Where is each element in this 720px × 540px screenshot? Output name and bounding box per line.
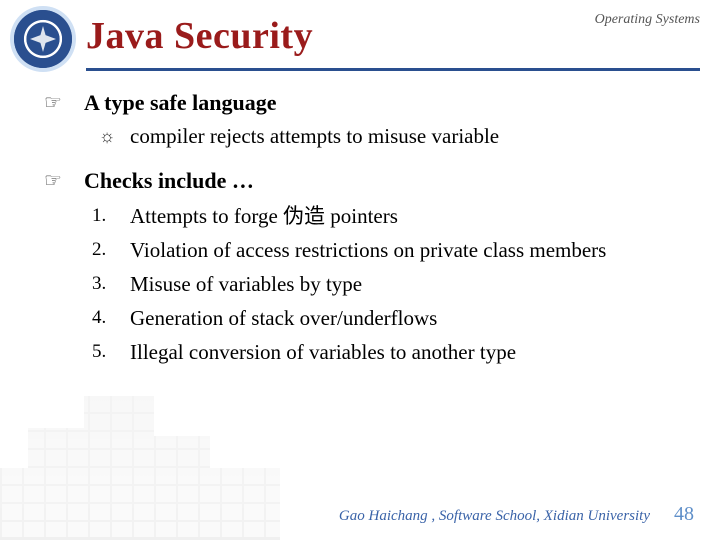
bullet-level1: ☞ A type safe language	[44, 89, 692, 117]
bullet-text: compiler rejects attempts to misuse vari…	[130, 123, 499, 149]
bullet-text: Violation of access restrictions on priv…	[130, 235, 606, 265]
bullet-text: Attempts to forge 伪造 pointers	[130, 201, 398, 231]
numbered-item: 1. Attempts to forge 伪造 pointers	[84, 201, 692, 231]
bullet-text: Checks include …	[84, 167, 254, 195]
bullet-text: Generation of stack over/underflows	[130, 303, 437, 333]
list-number: 2.	[84, 235, 130, 265]
bullet-text: A type safe language	[84, 89, 277, 117]
bullet-text: Illegal conversion of variables to anoth…	[130, 337, 516, 367]
list-number: 3.	[84, 269, 130, 299]
course-name: Operating Systems	[595, 12, 700, 28]
university-logo	[14, 10, 72, 68]
background-watermark	[0, 380, 280, 540]
bullet-level1: ☞ Checks include …	[44, 167, 692, 195]
list-number: 4.	[84, 303, 130, 333]
hand-icon: ☞	[44, 167, 84, 195]
page-number: 48	[674, 503, 694, 526]
slide-footer: Gao Haichang , Software School, Xidian U…	[339, 503, 694, 526]
numbered-item: 2. Violation of access restrictions on p…	[84, 235, 692, 265]
footer-credit: Gao Haichang , Software School, Xidian U…	[339, 508, 650, 525]
bullet-text: Misuse of variables by type	[130, 269, 362, 299]
sun-icon: ☼	[84, 123, 130, 149]
numbered-item: 4. Generation of stack over/underflows	[84, 303, 692, 333]
slide-header: Java Security Operating Systems	[0, 0, 720, 66]
numbered-item: 5. Illegal conversion of variables to an…	[84, 337, 692, 367]
hand-icon: ☞	[44, 89, 84, 117]
numbered-item: 3. Misuse of variables by type	[84, 269, 692, 299]
list-number: 5.	[84, 337, 130, 367]
slide-title: Java Security	[86, 14, 313, 58]
list-number: 1.	[84, 201, 130, 231]
slide-body: ☞ A type safe language ☼ compiler reject…	[0, 71, 720, 367]
bullet-level2: ☼ compiler rejects attempts to misuse va…	[84, 123, 692, 149]
